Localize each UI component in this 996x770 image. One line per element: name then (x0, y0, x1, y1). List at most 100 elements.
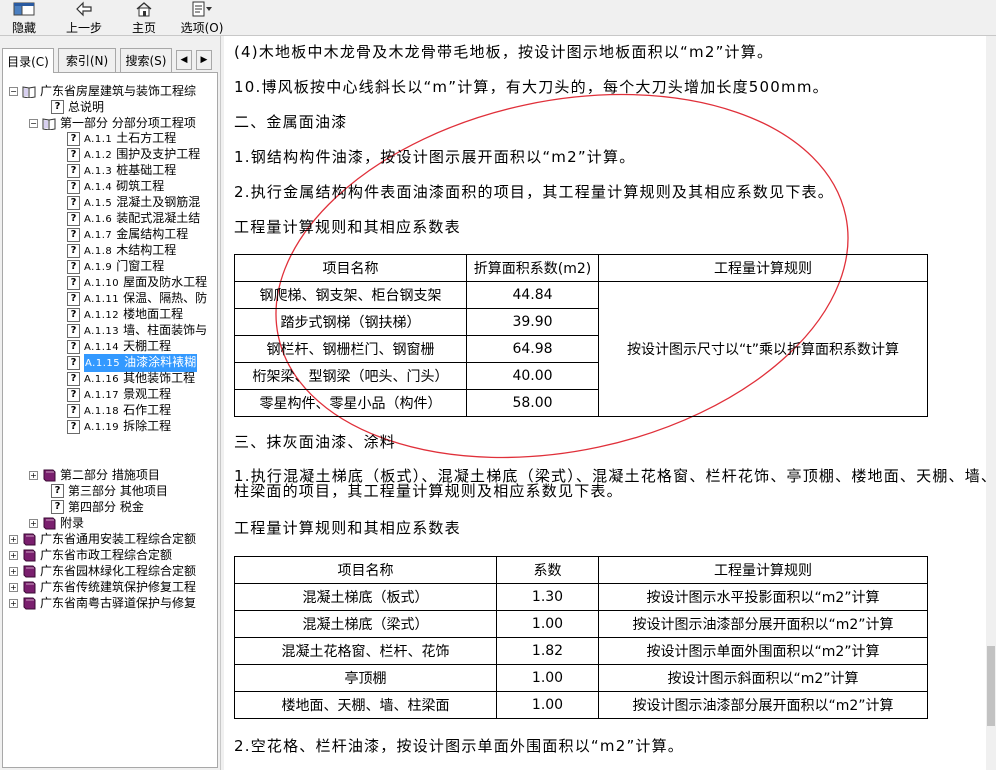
options-button[interactable]: 选项(O) (178, 0, 226, 36)
help-page-icon: ? (67, 228, 80, 242)
tree-item-section[interactable]: ? A.1.4 砌筑工程 (67, 179, 164, 195)
tree-item-section[interactable]: ? A.1.7 金属结构工程 (67, 227, 188, 243)
rule-cell: 按设计图示油漆部分展开面积以“m2”计算 (598, 610, 928, 638)
tree-item-general[interactable]: ? 总说明 (51, 99, 104, 115)
tree-item-section[interactable]: ? A.1.5 混凝土及钢筋混 (67, 195, 200, 211)
tree-item-part1[interactable]: − 第一部分 分部分项工程项 (29, 115, 196, 131)
rule-cell: 按设计图示水平投影面积以“m2”计算 (598, 583, 928, 611)
help-page-icon: ? (51, 100, 64, 114)
home-button[interactable]: 主页 (124, 0, 164, 36)
hide-button[interactable]: 隐藏 (6, 0, 42, 36)
contents-tree[interactable]: − 广东省房屋建筑与装饰工程综 ? 总说明 − 第一部分 分部分项工程项 ? A.… (2, 72, 218, 768)
chevron-left-icon: ◀ (180, 55, 188, 65)
item-name-cell: 钢栏杆、钢栅栏门、钢窗栅 (234, 335, 467, 363)
help-page-icon: ? (51, 484, 64, 498)
rule-cell: 按设计图示尺寸以“t”乘以折算面积系数计算 (598, 281, 928, 417)
back-arrow-icon (75, 0, 93, 18)
coefficient-cell: 1.82 (496, 637, 599, 665)
tree-item-section[interactable]: ? A.1.14 天棚工程 (67, 339, 171, 355)
home-label: 主页 (131, 21, 156, 35)
tree-item-code: A.1.1 (84, 134, 113, 145)
tree-item-label: 附录 (60, 516, 85, 530)
tree-item-section[interactable]: ? A.1.6 装配式混凝土结 (67, 211, 200, 227)
tree-item-section[interactable]: ? A.1.15 油漆涂料裱糊 (67, 354, 198, 372)
tab-index[interactable]: 索引(N) (58, 48, 116, 72)
tree-item-section[interactable]: ? A.1.1 土石方工程 (67, 131, 176, 147)
tree-item-code: A.1.15 (85, 358, 121, 369)
tree-item-section[interactable]: ? A.1.9 门窗工程 (67, 259, 164, 275)
tree-item-part3[interactable]: ? 第三部分 其他项目 (51, 483, 168, 499)
tree-item-appendix[interactable]: + 附录 (29, 515, 84, 531)
expand-icon[interactable]: + (29, 518, 38, 528)
back-button[interactable]: 上一步 (62, 0, 106, 36)
expand-icon[interactable]: + (9, 598, 18, 608)
tree-item-part4[interactable]: ? 第四部分 税金 (51, 499, 144, 515)
scrollbar-thumb[interactable] (987, 646, 995, 726)
tree-item-collection[interactable]: + 广东省市政工程综合定额 (9, 547, 172, 563)
collapse-icon[interactable]: − (9, 86, 18, 96)
table-caption: 工程量计算规则和其相应系数表 (234, 519, 461, 537)
table-row: 楼地面、天棚、墙、柱梁面 1.00 按设计图示油漆部分展开面积以“m2”计算 (234, 691, 928, 719)
tree-item-section[interactable]: ? A.1.8 木结构工程 (67, 243, 176, 259)
expand-icon[interactable]: + (9, 566, 18, 576)
tree-item-collection[interactable]: + 广东省传统建筑保护修复工程 (9, 579, 196, 595)
tree-item-collection[interactable]: + 广东省通用安装工程综合定额 (9, 531, 196, 547)
tree-item-label: 围护及支护工程 (116, 147, 201, 161)
tree-item-section[interactable]: ? A.1.13 墙、柱面装饰与 (67, 323, 207, 339)
tree-item-label: 拆除工程 (123, 419, 172, 433)
vertical-scrollbar[interactable] (986, 36, 996, 770)
book-icon (43, 517, 56, 529)
tree-item-section[interactable]: ? A.1.12 楼地面工程 (67, 307, 183, 323)
tree-item-root[interactable]: − 广东省房屋建筑与装饰工程综 (9, 83, 196, 99)
tree-item-label: 装配式混凝土结 (116, 211, 201, 225)
tree-item-section[interactable]: ? A.1.16 其他装饰工程 (67, 371, 195, 387)
tab-scroll-left-button[interactable]: ◀ (176, 50, 192, 70)
tree-item-part2[interactable]: + 第二部分 措施项目 (29, 467, 160, 483)
help-page-icon: ? (67, 420, 80, 434)
tab-contents[interactable]: 目录(C) (2, 48, 54, 73)
coefficient-cell: 39.90 (466, 308, 599, 336)
tree-item-code: A.1.2 (84, 150, 113, 161)
item-name-cell: 混凝土梯底（梁式） (234, 610, 497, 638)
item-name-cell: 混凝土梯底（板式） (234, 583, 497, 611)
chevron-right-icon: ▶ (200, 55, 208, 65)
tree-item-section[interactable]: ? A.1.10 屋面及防水工程 (67, 275, 207, 291)
tree-item-section[interactable]: ? A.1.17 景观工程 (67, 387, 171, 403)
book-icon (23, 549, 36, 561)
tree-item-label: 景观工程 (123, 387, 172, 401)
coefficient-cell: 1.00 (496, 664, 599, 692)
tree-item-section[interactable]: ? A.1.18 石作工程 (67, 403, 171, 419)
expand-icon[interactable]: + (9, 550, 18, 560)
expand-icon[interactable]: + (29, 470, 38, 480)
tab-scroll-right-button[interactable]: ▶ (196, 50, 212, 70)
tree-item-section[interactable]: ? A.1.11 保温、隔热、防 (67, 291, 207, 307)
collapse-icon[interactable]: − (29, 118, 38, 128)
paragraph: 1.执行混凝土梯底（板式）、混凝土梯底（梁式）、混凝土花格窗、栏杆花饰、亭顶棚、… (234, 467, 996, 500)
help-page-icon: ? (67, 372, 80, 386)
coefficient-cell: 64.98 (466, 335, 599, 363)
tree-item-collection[interactable]: + 广东省园林绿化工程综合定额 (9, 563, 196, 579)
tree-item-collection[interactable]: + 广东省南粤古驿道保护与修复 (9, 595, 196, 611)
expand-icon[interactable]: + (9, 582, 18, 592)
document-content: (4)木地板中木龙骨及木龙骨带毛地板，按设计图示地板面积以“m2”计算。 10.… (224, 36, 996, 770)
table-header: 折算面积系数(m2) (466, 254, 599, 282)
paragraph: 1.钢结构构件油漆，按设计图示展开面积以“m2”计算。 (234, 148, 636, 166)
table-header: 工程量计算规则 (598, 556, 928, 584)
section-heading: 二、金属面油漆 (234, 113, 348, 131)
help-page-icon: ? (67, 148, 80, 162)
item-name-cell: 楼地面、天棚、墙、柱梁面 (234, 691, 497, 719)
tree-item-section[interactable]: ? A.1.19 拆除工程 (67, 419, 171, 435)
toolbar: 隐藏 上一步 主页 选项(O) (0, 0, 996, 36)
tab-search[interactable]: 搜索(S) (120, 48, 172, 72)
tree-item-label: 广东省市政工程综合定额 (40, 548, 173, 562)
tree-item-section[interactable]: ? A.1.2 围护及支护工程 (67, 147, 200, 163)
paragraph: 2.执行金属结构构件表面油漆面积的项目，其工程量计算规则及其相应系数见下表。 (234, 183, 834, 201)
table-row: 混凝土花格窗、栏杆、花饰 1.82 按设计图示单面外围面积以“m2”计算 (234, 637, 928, 665)
plaster-paint-coefficient-table: 项目名称 系数 工程量计算规则 混凝土梯底（板式） 1.30 按设计图示水平投影面积… (234, 556, 928, 719)
coefficient-cell: 1.00 (496, 610, 599, 638)
tree-item-section[interactable]: ? A.1.3 桩基础工程 (67, 163, 176, 179)
tree-item-code: A.1.9 (84, 262, 113, 273)
tree-item-label: 其他装饰工程 (123, 371, 196, 385)
tree-item-label: 门窗工程 (116, 259, 165, 273)
expand-icon[interactable]: + (9, 534, 18, 544)
